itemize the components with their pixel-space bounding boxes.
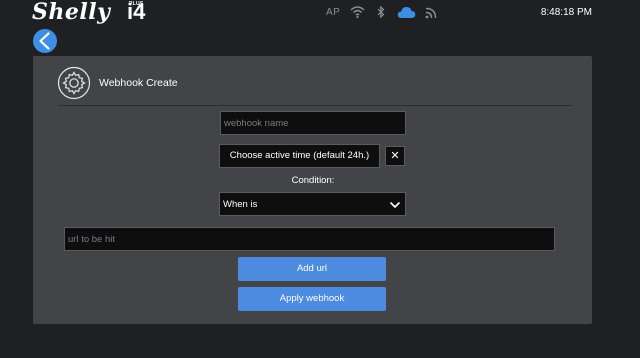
ap-label: AP: [326, 7, 341, 18]
cloud-icon: [397, 6, 416, 24]
apply-webhook-button[interactable]: Apply webhook: [238, 287, 386, 311]
header-divider: [59, 105, 572, 106]
url-input[interactable]: [64, 227, 555, 251]
condition-label: Condition:: [291, 175, 335, 186]
bluetooth-icon: [377, 5, 385, 24]
back-button[interactable]: [33, 29, 57, 53]
condition-select[interactable]: When is: [219, 192, 406, 216]
active-time-button[interactable]: Choose active time (default 24h.): [219, 144, 380, 168]
logo-brand: Shelly: [32, 0, 111, 25]
panel-header: Webhook Create: [57, 66, 577, 100]
rss-icon: [425, 6, 437, 24]
wifi-icon: [350, 5, 365, 24]
webhook-name-input[interactable]: [220, 111, 406, 135]
condition-selected-value: When is: [223, 199, 258, 210]
add-url-button[interactable]: Add url: [238, 257, 386, 281]
logo-model: i4: [127, 0, 146, 24]
chevron-down-icon: [390, 202, 400, 208]
gear-icon: [57, 66, 91, 100]
webhook-create-panel: Webhook Create Choose active time (defau…: [33, 56, 592, 324]
chevron-left-icon: [39, 32, 50, 50]
clear-time-button[interactable]: ✕: [385, 146, 405, 166]
panel-title: Webhook Create: [99, 77, 178, 89]
screen: Shelly PLUS i4 AP 8:48:18 PM Webhook Cre…: [0, 0, 640, 358]
clock: 8:48:18 PM: [540, 7, 592, 18]
top-bar: Shelly PLUS i4 AP 8:48:18 PM: [0, 0, 640, 28]
